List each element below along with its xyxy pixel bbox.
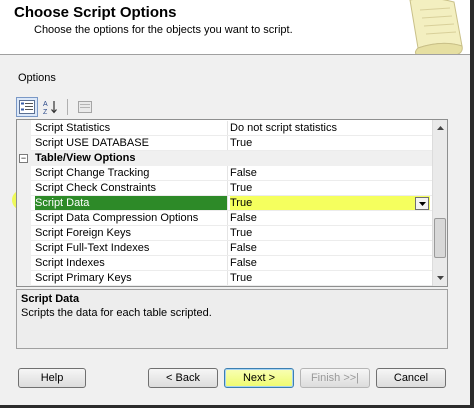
help-button[interactable]: Help bbox=[18, 368, 86, 388]
column-divider bbox=[227, 241, 228, 256]
property-pages-button[interactable] bbox=[74, 97, 96, 117]
property-row[interactable]: Script Data Compression Options False bbox=[17, 211, 432, 226]
property-value[interactable]: True bbox=[230, 196, 430, 211]
categorized-button[interactable] bbox=[16, 97, 38, 117]
column-divider bbox=[227, 256, 228, 271]
property-name: Script Check Constraints bbox=[35, 182, 157, 194]
value-dropdown-button[interactable] bbox=[415, 197, 429, 210]
property-row[interactable]: Script Primary Keys True bbox=[17, 271, 432, 286]
column-divider bbox=[227, 166, 228, 181]
script-options-dialog: Choose Script Options Choose the options… bbox=[0, 0, 474, 408]
property-grid-toolbar: A Z bbox=[16, 96, 96, 118]
column-divider bbox=[227, 136, 228, 151]
property-value: False bbox=[230, 212, 257, 224]
column-divider bbox=[227, 226, 228, 241]
property-name: Script Change Tracking bbox=[35, 167, 150, 179]
svg-text:Z: Z bbox=[43, 109, 48, 115]
column-divider bbox=[227, 181, 228, 196]
property-grid-rows: Script Statistics Do not script statistic… bbox=[17, 120, 432, 286]
property-value: True bbox=[230, 272, 253, 284]
chevron-down-icon bbox=[418, 201, 426, 206]
scroll-down-arrow[interactable] bbox=[434, 271, 447, 285]
triangle-up-icon bbox=[437, 126, 444, 130]
scroll-icon bbox=[409, 0, 463, 54]
finish-button[interactable]: Finish >>| bbox=[300, 368, 370, 388]
property-grid: Script Statistics Do not script statistic… bbox=[16, 119, 448, 287]
property-name: Script Indexes bbox=[35, 257, 105, 269]
page-subtitle: Choose the options for the objects you w… bbox=[34, 24, 293, 36]
description-panel: Script Data Scripts the data for each ta… bbox=[16, 289, 448, 349]
wizard-header: Choose Script Options Choose the options… bbox=[0, 0, 470, 55]
options-label: Options bbox=[18, 72, 56, 84]
column-divider bbox=[227, 121, 228, 136]
column-divider bbox=[227, 271, 228, 286]
property-row[interactable]: Script USE DATABASE True bbox=[17, 136, 432, 151]
property-name: Script USE DATABASE bbox=[35, 137, 149, 149]
description-text: Scripts the data for each table scripted… bbox=[21, 307, 212, 319]
triangle-down-icon bbox=[437, 276, 444, 280]
next-button[interactable]: Next > bbox=[224, 368, 294, 388]
property-value: False bbox=[230, 167, 257, 179]
page-title: Choose Script Options bbox=[14, 4, 177, 21]
property-row[interactable]: Script Full-Text Indexes False bbox=[17, 241, 432, 256]
property-row[interactable]: Script Check Constraints True bbox=[17, 181, 432, 196]
category-label: Table/View Options bbox=[35, 152, 136, 164]
scroll-thumb[interactable] bbox=[434, 218, 446, 258]
property-value: False bbox=[230, 242, 257, 254]
scroll-up-arrow[interactable] bbox=[434, 121, 447, 135]
back-button[interactable]: < Back bbox=[148, 368, 218, 388]
property-value: True bbox=[230, 182, 253, 194]
property-name: Script Data bbox=[35, 196, 227, 211]
column-divider bbox=[227, 211, 228, 226]
row-separator bbox=[31, 285, 432, 286]
cancel-button[interactable]: Cancel bbox=[376, 368, 446, 388]
toolbar-separator bbox=[67, 99, 69, 115]
property-name: Script Primary Keys bbox=[35, 272, 132, 284]
property-row[interactable]: Script Data True bbox=[17, 196, 432, 211]
alphabetical-button[interactable]: A Z bbox=[40, 97, 62, 117]
alphabetical-icon: A Z bbox=[43, 101, 57, 115]
property-name: Script Full-Text Indexes bbox=[35, 242, 150, 254]
property-row[interactable]: Script Foreign Keys True bbox=[17, 226, 432, 241]
property-value: Do not script statistics bbox=[230, 122, 337, 134]
category-row[interactable]: − Table/View Options bbox=[17, 151, 432, 166]
property-pages-icon bbox=[78, 101, 93, 113]
property-value: False bbox=[230, 257, 257, 269]
property-row[interactable]: Script Change Tracking False bbox=[17, 166, 432, 181]
property-name: Script Data Compression Options bbox=[35, 212, 199, 224]
property-row[interactable]: Script Statistics Do not script statistic… bbox=[17, 121, 432, 136]
svg-text:A: A bbox=[43, 101, 48, 108]
vertical-scrollbar[interactable] bbox=[432, 120, 447, 286]
property-row[interactable]: Script Indexes False bbox=[17, 256, 432, 271]
property-name: Script Foreign Keys bbox=[35, 227, 131, 239]
property-value: True bbox=[230, 227, 253, 239]
property-name: Script Statistics bbox=[35, 122, 111, 134]
description-title: Script Data bbox=[21, 293, 80, 305]
collapse-icon[interactable]: − bbox=[19, 154, 28, 163]
property-value: True bbox=[230, 137, 253, 149]
column-divider bbox=[227, 196, 228, 211]
categorized-icon bbox=[18, 100, 35, 114]
